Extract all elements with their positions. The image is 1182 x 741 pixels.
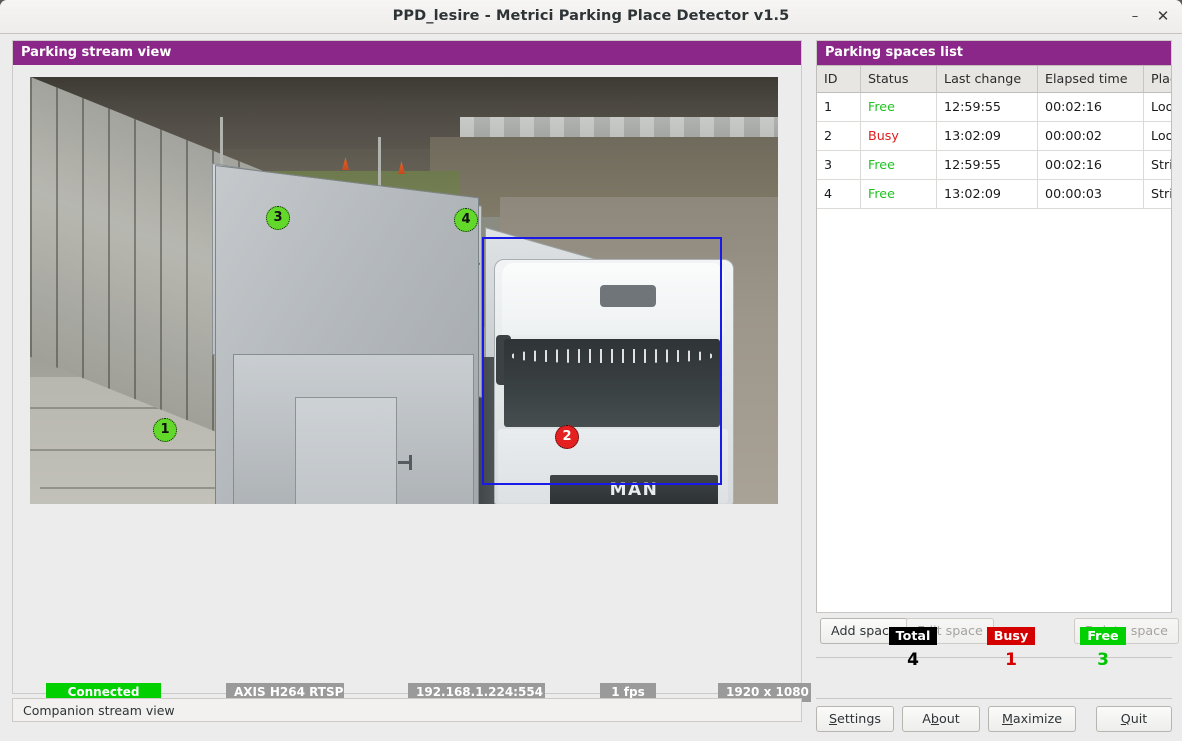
table-row[interactable]: 2Busy13:02:0900:00:02Loose: [817, 121, 1171, 151]
space-elapsed-time: 00:00:02: [1037, 121, 1144, 151]
space-marker-4[interactable]: 4: [454, 208, 478, 232]
settings-button[interactable]: Settings: [816, 706, 894, 732]
parking-spaces-table-container[interactable]: ID Status Last change Elapsed time Place…: [816, 65, 1172, 613]
space-marker-2[interactable]: 2: [555, 425, 579, 449]
column-header-last-change[interactable]: Last change: [936, 66, 1038, 93]
bottom-actions-row: Settings About Maximize Quit: [816, 706, 1172, 734]
scene-door-handle: [409, 455, 412, 470]
space-last-change: 12:59:55: [936, 150, 1038, 180]
title-bar: PPD_lesire - Metrici Parking Place Detec…: [0, 0, 1182, 34]
busy-label: Busy: [986, 627, 1036, 645]
table-body: 1Free12:59:5500:02:16Loose2Busy13:02:090…: [817, 92, 1171, 209]
space-elapsed-time: 00:02:16: [1037, 92, 1144, 122]
space-status: Free: [860, 179, 937, 209]
maximize-button[interactable]: Maximize: [988, 706, 1076, 732]
scene-container-door: [295, 397, 397, 504]
column-header-placement[interactable]: Placement: [1143, 66, 1171, 93]
space-elapsed-time: 00:02:16: [1037, 150, 1144, 180]
parking-stream-header: Parking stream view: [13, 41, 801, 65]
about-label-rest: out: [938, 711, 960, 726]
space-last-change: 13:02:09: [936, 179, 1038, 209]
close-icon[interactable]: ✕: [1152, 6, 1174, 28]
space-id: 3: [817, 150, 861, 180]
space-last-change: 13:02:09: [936, 121, 1038, 151]
maximize-accel: M: [1001, 711, 1013, 726]
table-row[interactable]: 1Free12:59:5500:02:16Loose: [817, 92, 1171, 122]
free-label: Free: [1080, 627, 1126, 645]
parking-stream-panel: Parking stream view MAN 1 2 3 4 Connecte…: [12, 40, 811, 702]
companion-stream-header: Companion stream view: [23, 703, 175, 718]
free-counter: Free 3: [1048, 625, 1158, 670]
space-status: Free: [860, 150, 937, 180]
parking-spaces-table: ID Status Last change Elapsed time Place…: [817, 66, 1171, 209]
free-value: 3: [1097, 650, 1109, 670]
space-last-change: 12:59:55: [936, 92, 1038, 122]
table-row[interactable]: 3Free12:59:5500:02:16Strict: [817, 150, 1171, 180]
minimize-icon[interactable]: –: [1124, 6, 1146, 28]
quit-accel: Q: [1120, 711, 1131, 726]
total-counter: Total 4: [858, 625, 968, 670]
window-title: PPD_lesire - Metrici Parking Place Detec…: [392, 8, 790, 24]
space-placement: Strict: [1143, 150, 1171, 180]
space-status: Busy: [860, 121, 937, 151]
column-header-elapsed-time[interactable]: Elapsed time: [1037, 66, 1144, 93]
space-elapsed-time: 00:00:03: [1037, 179, 1144, 209]
space-placement: Loose: [1143, 92, 1171, 122]
settings-label: ettings: [837, 711, 882, 726]
parking-spaces-panel: Parking spaces list ID Status Last chang…: [816, 40, 1179, 734]
settings-accel: S: [828, 711, 838, 726]
space-placement: Loose: [1143, 121, 1171, 151]
table-header-row: ID Status Last change Elapsed time Place…: [817, 66, 1171, 93]
table-row[interactable]: 4Free13:02:0900:00:03Strict: [817, 179, 1171, 209]
column-header-status[interactable]: Status: [860, 66, 937, 93]
companion-stream-panel[interactable]: Companion stream view: [12, 698, 802, 722]
table-head: ID Status Last change Elapsed time Place…: [817, 66, 1171, 93]
detection-bounding-box: [482, 237, 722, 485]
total-value: 4: [907, 650, 919, 670]
space-id: 4: [817, 179, 861, 209]
divider: [816, 698, 1172, 699]
space-id: 1: [817, 92, 861, 122]
quit-label: uit: [1130, 711, 1148, 726]
parking-spaces-header: Parking spaces list: [816, 40, 1172, 65]
total-label: Total: [888, 627, 938, 645]
space-marker-3[interactable]: 3: [266, 206, 290, 230]
about-button[interactable]: About: [902, 706, 980, 732]
maximize-label: aximize: [1012, 711, 1063, 726]
column-header-id[interactable]: ID: [817, 66, 861, 93]
video-stream[interactable]: MAN: [30, 77, 778, 504]
about-accel: b: [930, 711, 939, 726]
space-placement: Strict: [1143, 179, 1171, 209]
space-status: Free: [860, 92, 937, 122]
about-label-a: A: [922, 711, 931, 726]
quit-button[interactable]: Quit: [1096, 706, 1172, 732]
counters-row: Total 4 Busy 1 Free 3: [816, 625, 1172, 685]
space-marker-1[interactable]: 1: [153, 418, 177, 442]
space-id: 2: [817, 121, 861, 151]
app-window: PPD_lesire - Metrici Parking Place Detec…: [0, 0, 1182, 741]
divider: [816, 612, 1172, 613]
